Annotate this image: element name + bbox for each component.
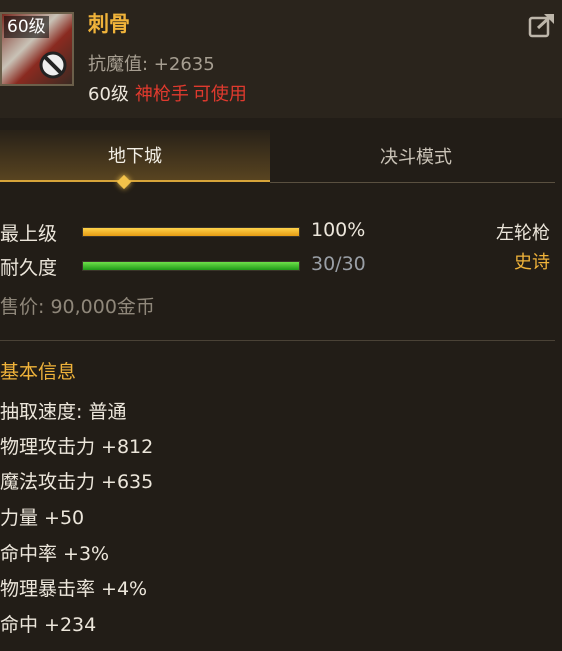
no-entry-icon <box>39 51 67 79</box>
magic-resist-stat: 抗魔值: +2635 <box>88 54 215 75</box>
attribute-line: 物理攻击力 +812 <box>0 436 154 458</box>
usable-label: 可使用 <box>192 84 247 105</box>
attribute-line: 物理暴击率 +4% <box>0 578 148 600</box>
rarity-label: 史诗 <box>514 252 550 273</box>
durability-bar <box>82 261 300 271</box>
durability-value: 30/30 <box>311 253 366 275</box>
grade-value: 100% <box>311 219 366 241</box>
attribute-line: 魔法攻击力 +635 <box>0 471 154 493</box>
attribute-line: 命中率 +3% <box>0 543 110 565</box>
basic-info-title: 基本信息 <box>0 361 77 383</box>
required-level: 60级 <box>88 84 129 105</box>
weapon-type: 左轮枪 <box>496 223 550 244</box>
item-level-tag: 60级 <box>4 16 49 38</box>
durability-bar-fill <box>83 262 299 270</box>
attribute-line: 力量 +50 <box>0 507 85 529</box>
tab-divider <box>270 182 555 183</box>
requirement-line: 60级 神枪手 可使用 <box>88 80 247 106</box>
grade-bar <box>82 227 300 237</box>
required-class: 神枪手 <box>134 84 189 105</box>
tab-pvp[interactable]: 决斗模式 <box>270 130 562 182</box>
grade-bar-fill <box>83 228 299 236</box>
tab-dungeon[interactable]: 地下城 <box>0 130 270 182</box>
item-name: 刺骨 <box>88 12 130 36</box>
durability-label: 耐久度 <box>0 257 58 279</box>
sell-price: 售价: 90,000金币 <box>0 296 155 318</box>
item-header: 60级 刺骨 抗魔值: +2635 60级 神枪手 可使用 <box>0 0 562 118</box>
mode-tabs: 地下城 决斗模式 <box>0 130 562 182</box>
item-icon[interactable]: 60级 <box>0 12 74 86</box>
grade-label: 最上级 <box>0 223 58 245</box>
attribute-line: 命中 +234 <box>0 614 97 636</box>
share-icon[interactable] <box>528 12 556 38</box>
attribute-line: 抽取速度: 普通 <box>0 401 127 423</box>
section-divider <box>0 340 555 341</box>
